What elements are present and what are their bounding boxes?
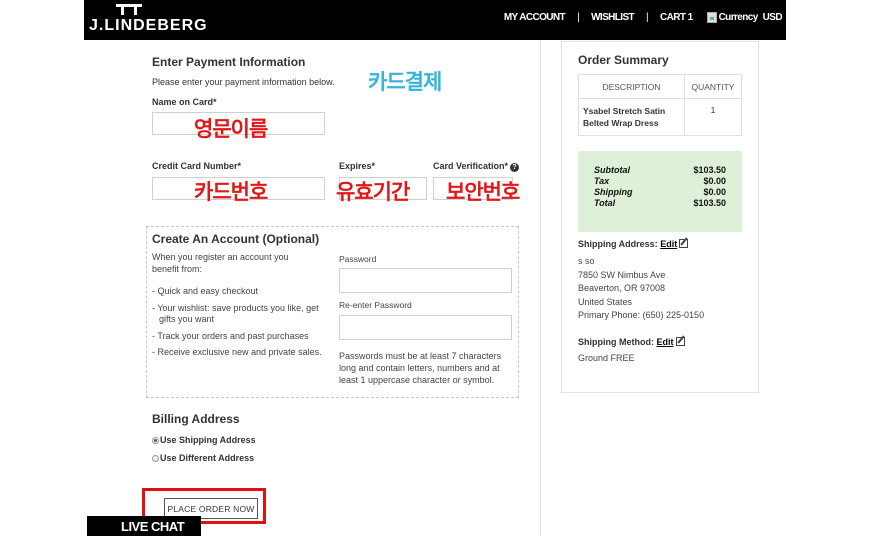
help-icon[interactable]: ? [510, 163, 520, 172]
benefits-list: - Quick and easy checkout - Your wishlis… [152, 286, 332, 364]
address-line: Beaverton, OR 97008 [578, 283, 666, 293]
nav-separator: | [646, 12, 649, 23]
reenter-password-label: Re-enter Password [339, 300, 412, 310]
shipping-address-heading: Shipping Address: Edit [578, 239, 689, 249]
shipping-address: s so 7850 SW Nimbus Ave Beaverton, OR 97… [578, 255, 704, 323]
currency-image-alt: Currency [718, 12, 759, 23]
site-header: J.LINDEBERG MY ACCOUNT | WISHLIST | CART… [84, 0, 786, 40]
order-totals: Subtotal $103.50 Tax $0.00 Shipping $0.0… [578, 151, 742, 232]
wishlist-link[interactable]: WISHLIST [591, 12, 635, 23]
site-logo[interactable]: J.LINDEBERG [89, 17, 208, 35]
total-row: Total $103.50 [594, 198, 726, 209]
order-items-table: DESCRIPTION QUANTITY Ysabel Stretch Sati… [578, 74, 742, 136]
subtotal-value: $103.50 [693, 165, 726, 175]
card-payment-annotation: 카드결제 [368, 70, 442, 94]
tax-value: $0.00 [703, 176, 726, 186]
edit-icon[interactable] [679, 239, 689, 248]
shipping-value: $0.00 [703, 187, 726, 197]
reenter-password-input[interactable] [339, 315, 512, 340]
account-intro: When you register an account you benefit… [152, 252, 289, 274]
password-input[interactable] [339, 268, 512, 293]
use-different-address-option[interactable]: Use Different Address [152, 453, 254, 463]
payment-description: Please enter your payment information be… [152, 77, 335, 87]
description-header: DESCRIPTION [578, 74, 685, 99]
subtotal-label: Subtotal [594, 165, 630, 175]
product-quantity: 1 [684, 98, 742, 136]
column-divider [540, 40, 541, 536]
shipping-label: Shipping [594, 187, 633, 197]
my-account-link[interactable]: MY ACCOUNT [504, 12, 566, 23]
card-verification-label-text: Card Verification* [433, 161, 509, 171]
use-shipping-address-option[interactable]: Use Shipping Address [152, 435, 256, 445]
address-line: Primary Phone: (650) 225-0150 [578, 310, 705, 320]
shipping-method-heading: Shipping Method: Edit [578, 337, 685, 347]
nav-separator: | [577, 12, 580, 23]
edit-shipping-address-link[interactable]: Edit [660, 239, 677, 249]
order-summary-title: Order Summary [578, 53, 669, 67]
list-item: - Quick and easy checkout [152, 286, 259, 296]
name-on-card-label: Name on Card* [152, 97, 217, 107]
use-shipping-address-label: Use Shipping Address [160, 435, 256, 445]
cart-link[interactable]: CART 1 [660, 12, 693, 23]
currency-selector[interactable]: Currency USD [706, 12, 783, 23]
list-item: - Your wishlist: save products you like,… [152, 302, 319, 325]
quantity-header: QUANTITY [684, 74, 742, 99]
payment-title: Enter Payment Information [152, 55, 306, 69]
address-line: s so [578, 256, 595, 266]
password-label: Password [339, 254, 377, 264]
card-number-annotation: 카드번호 [194, 180, 268, 204]
currency-value: USD [762, 12, 783, 23]
card-number-label: Credit Card Number* [152, 161, 242, 171]
use-different-address-label: Use Different Address [160, 453, 255, 463]
password-requirements: Passwords must be at least 7 characters … [339, 351, 502, 385]
logo-mark-icon[interactable] [116, 4, 142, 16]
address-line: United States [578, 296, 633, 307]
card-verification-label: Card Verification*? [433, 161, 520, 172]
shipping-address-label: Shipping Address: [578, 239, 658, 249]
billing-address-title: Billing Address [152, 412, 240, 426]
live-chat-label: LIVE CHAT [121, 519, 185, 534]
shipping-row: Shipping $0.00 [594, 187, 726, 198]
subtotal-row: Subtotal $103.50 [594, 165, 726, 176]
tax-row: Tax $0.00 [594, 176, 726, 187]
security-code-annotation: 보안번호 [446, 180, 520, 204]
live-chat-button[interactable]: LIVE CHAT [87, 516, 201, 536]
product-name[interactable]: Ysabel Stretch Satin Belted Wrap Dress [578, 98, 685, 136]
broken-image-icon [706, 12, 717, 23]
total-label: Total [594, 198, 616, 208]
radio-checked[interactable] [152, 436, 159, 444]
total-value: $103.50 [693, 198, 726, 208]
list-item: - Receive exclusive new and private sale… [152, 347, 322, 357]
expires-label: Expires* [339, 161, 376, 171]
tax-label: Tax [594, 176, 610, 186]
edit-icon[interactable] [675, 337, 685, 346]
address-line: 7850 SW Nimbus Ave [578, 269, 666, 280]
list-item: - Track your orders and past purchases [152, 330, 309, 341]
radio-unchecked[interactable] [152, 454, 159, 462]
shipping-method-value: Ground FREE [578, 353, 635, 363]
table-row: Ysabel Stretch Satin Belted Wrap Dress 1 [578, 98, 742, 136]
expiration-annotation: 유효기간 [336, 180, 410, 204]
edit-shipping-method-link[interactable]: Edit [657, 337, 674, 347]
create-account-title: Create An Account (Optional) [152, 232, 320, 246]
english-name-annotation: 영문이름 [194, 117, 268, 141]
shipping-method-label: Shipping Method: [578, 337, 654, 347]
top-nav: MY ACCOUNT | WISHLIST | CART 1 Currency … [504, 12, 783, 23]
